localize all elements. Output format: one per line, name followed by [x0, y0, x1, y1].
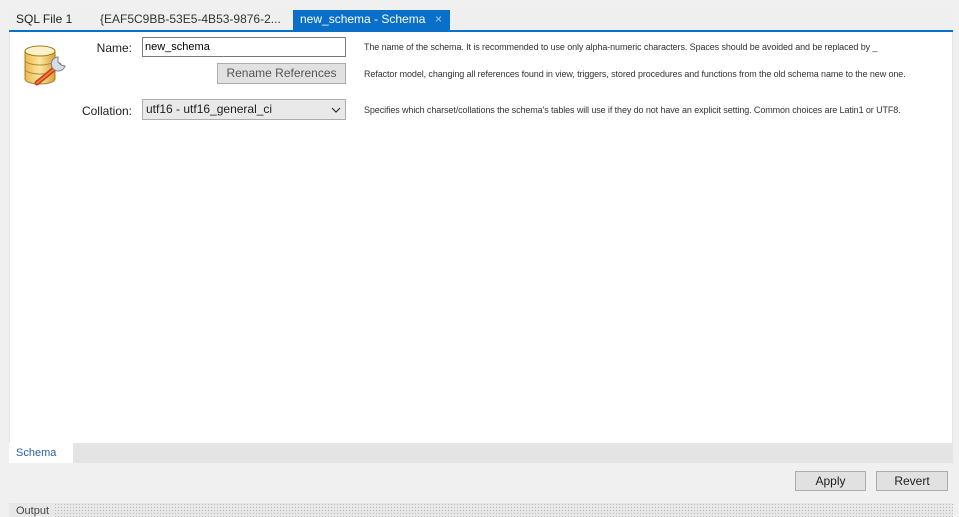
- collation-hint: Specifies which charset/collations the s…: [364, 105, 901, 115]
- close-icon[interactable]: ×: [435, 10, 442, 29]
- chevron-down-icon: [331, 107, 341, 113]
- apply-button[interactable]: Apply: [795, 471, 866, 491]
- name-hint: The name of the schema. It is recommende…: [364, 42, 878, 52]
- output-label: Output: [9, 503, 56, 517]
- collation-select[interactable]: utf16 - utf16_general_ci: [142, 99, 346, 120]
- output-panel-header[interactable]: Output: [9, 503, 953, 517]
- revert-button[interactable]: Revert: [876, 471, 948, 491]
- tab-new-schema-label: new_schema - Schema: [300, 12, 426, 26]
- collation-value: utf16 - utf16_general_ci: [146, 102, 273, 116]
- rename-hint: Refactor model, changing all references …: [364, 69, 906, 79]
- collation-label: Collation:: [81, 104, 132, 118]
- name-label: Name:: [96, 41, 132, 55]
- tab-new-schema[interactable]: new_schema - Schema ×: [293, 10, 450, 30]
- schema-editor-panel: Name: The name of the schema. It is reco…: [9, 32, 953, 443]
- editor-subtab-bar: Schema: [9, 443, 953, 463]
- tab-sql-file-1[interactable]: SQL File 1: [16, 10, 72, 30]
- subtab-schema[interactable]: Schema: [9, 443, 73, 463]
- rename-references-button[interactable]: Rename References: [217, 63, 346, 84]
- tab-model-guid[interactable]: {EAF5C9BB-53E5-4B53-9876-2...: [100, 10, 281, 30]
- schema-name-input[interactable]: [142, 37, 346, 57]
- document-tab-strip: SQL File 1 {EAF5C9BB-53E5-4B53-9876-2...…: [9, 10, 953, 30]
- database-wrench-icon: [24, 45, 66, 86]
